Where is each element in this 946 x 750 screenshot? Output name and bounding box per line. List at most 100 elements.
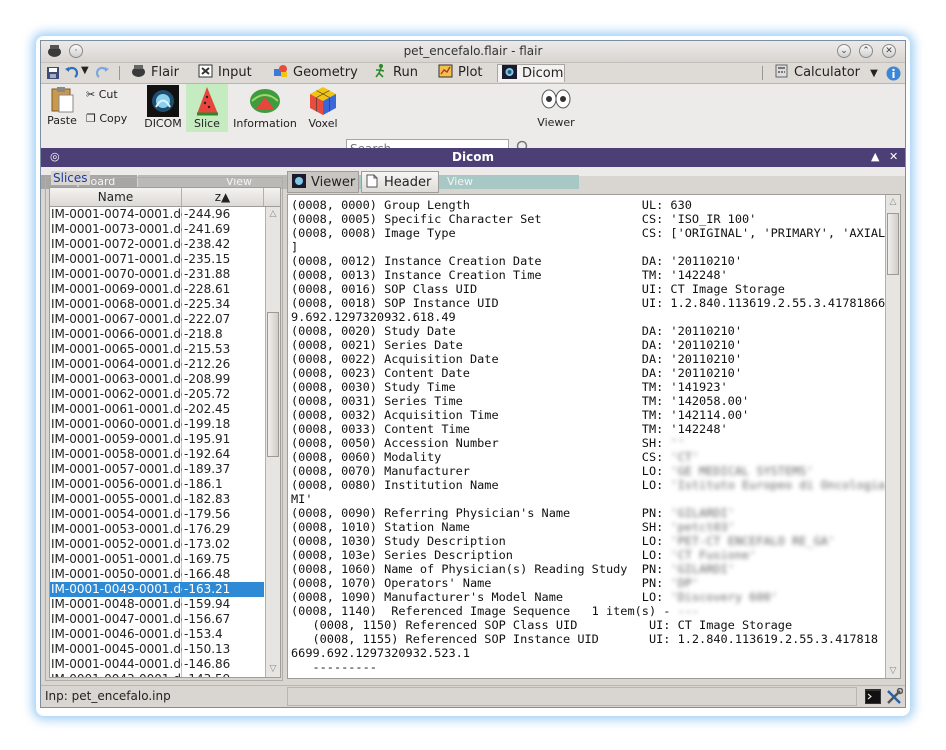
voxel-view-button[interactable]: Voxel [303, 84, 343, 132]
slice-row[interactable]: IM-0001-0048-0001.dcm-159.94 [50, 597, 264, 612]
slice-row[interactable]: IM-0001-0049-0001.dcm-163.21 [50, 582, 264, 597]
slice-name-cell: IM-0001-0071-0001.dcm [51, 252, 182, 266]
slice-row[interactable]: IM-0001-0062-0001.dcm-205.72 [50, 387, 264, 402]
slice-row[interactable]: IM-0001-0055-0001.dcm-182.83 [50, 492, 264, 507]
viewer-scroll-thumb[interactable] [887, 213, 899, 275]
viewer-button[interactable]: Viewer [535, 86, 577, 132]
undo-icon[interactable] [64, 66, 78, 80]
cut-button[interactable]: ✂ Cut [86, 88, 118, 101]
column-header-name[interactable]: Name [50, 188, 182, 206]
slice-row[interactable]: IM-0001-0064-0001.dcm-212.26 [50, 357, 264, 372]
window-title: pet_encefalo.flair - flair [403, 44, 543, 58]
slice-row[interactable]: IM-0001-0056-0001.dcm-186.1 [50, 477, 264, 492]
tab-plot[interactable]: Plot [438, 64, 488, 82]
slice-name-cell: IM-0001-0057-0001.dcm [51, 462, 182, 476]
tab-run[interactable]: Run [373, 64, 423, 82]
slice-row[interactable]: IM-0001-0071-0001.dcm-235.15 [50, 252, 264, 267]
slice-row[interactable]: IM-0001-0045-0001.dcm-150.13 [50, 642, 264, 657]
slice-name-cell: IM-0001-0062-0001.dcm [51, 387, 182, 401]
dicom-line-text: (0008, 0030) Study Time TM: '141923' [291, 380, 728, 394]
dicom-line-text: (0008, 1090) Manufacturer's Model Name L… [291, 590, 671, 604]
voxel-view-label: Voxel [308, 117, 338, 130]
tab-header[interactable]: Header [361, 171, 439, 193]
slice-row[interactable]: IM-0001-0044-0001.dcm-146.86 [50, 657, 264, 672]
close-icon[interactable]: ✕ [882, 44, 896, 58]
slice-view-button[interactable]: Slice [186, 84, 228, 132]
dicom-line: (0008, 0033) Content Time TM: '142248' [291, 422, 892, 436]
slice-row[interactable]: IM-0001-0069-0001.dcm-228.61 [50, 282, 264, 297]
slice-row[interactable]: IM-0001-0065-0001.dcm-215.53 [50, 342, 264, 357]
slice-row[interactable]: IM-0001-0046-0001.dcm-153.4 [50, 627, 264, 642]
calculator-button[interactable]: Calculator ▼ [774, 64, 878, 82]
slice-name-cell: IM-0001-0046-0001.dcm [51, 627, 182, 641]
slice-row[interactable]: IM-0001-0068-0001.dcm-225.34 [50, 297, 264, 312]
slice-row[interactable]: IM-0001-0047-0001.dcm-156.67 [50, 612, 264, 627]
viewer-scroll-down-icon[interactable]: ▽ [887, 664, 899, 678]
slice-row[interactable]: IM-0001-0067-0001.dcm-222.07 [50, 312, 264, 327]
tab-flair[interactable]: Flair [131, 64, 181, 82]
save-icon[interactable] [46, 66, 60, 80]
slice-row[interactable]: IM-0001-0074-0001.dcm-244.96 [50, 207, 264, 222]
slice-row[interactable]: IM-0001-0066-0001.dcm-218.8 [50, 327, 264, 342]
slice-z-cell: -150.13 [184, 642, 231, 656]
dicom-line: (0008, 0070) Manufacturer LO: 'GE MEDICA… [291, 464, 892, 478]
viewer-scroll-up-icon[interactable]: △ [887, 195, 899, 209]
slice-name-cell: IM-0001-0065-0001.dcm [51, 342, 182, 356]
slice-z-cell: -205.72 [184, 387, 231, 401]
slice-row[interactable]: IM-0001-0073-0001.dcm-241.69 [50, 222, 264, 237]
undo-dropdown-icon[interactable]: ▼ [81, 65, 89, 76]
slice-row[interactable]: IM-0001-0054-0001.dcm-179.56 [50, 507, 264, 522]
slice-row[interactable]: IM-0001-0051-0001.dcm-169.75 [50, 552, 264, 567]
chevron-up-icon[interactable]: ⌃ [859, 44, 873, 58]
scroll-down-arrow-icon[interactable]: ▽ [267, 662, 279, 676]
plot-icon [438, 64, 453, 78]
slice-row[interactable]: IM-0001-0052-0001.dcm-173.02 [50, 537, 264, 552]
slice-row[interactable]: IM-0001-0057-0001.dcm-189.37 [50, 462, 264, 477]
slice-row[interactable]: IM-0001-0053-0001.dcm-176.29 [50, 522, 264, 537]
slice-row[interactable]: IM-0001-0061-0001.dcm-202.45 [50, 402, 264, 417]
slice-row[interactable]: IM-0001-0050-0001.dcm-166.48 [50, 567, 264, 582]
dicom-line: (0008, 0032) Acquisition Time TM: '14211… [291, 408, 892, 422]
tab-geometry[interactable]: Geometry [273, 64, 358, 82]
copy-button[interactable]: ❐ Copy [86, 112, 127, 125]
viewer-label: Viewer [537, 116, 575, 129]
dicom-line: 9.692.1297320932.618.49 [291, 310, 892, 324]
tab-viewer[interactable]: Viewer [287, 171, 359, 193]
slice-row[interactable]: IM-0001-0072-0001.dcm-238.42 [50, 237, 264, 252]
slice-row[interactable]: IM-0001-0059-0001.dcm-195.91 [50, 432, 264, 447]
dicom-line-text: (0008, 0012) Instance Creation Date DA: … [291, 254, 743, 268]
chevron-down-icon[interactable]: ⌄ [837, 44, 851, 58]
dicom-line: ] [291, 240, 892, 254]
dicom-line: (0008, 0012) Instance Creation Date DA: … [291, 254, 892, 268]
dock-close-icon[interactable]: ✕ [889, 150, 898, 163]
dicom-header-text: (0008, 0000) Group Length UL: 630 (0008, … [291, 198, 892, 674]
slice-name-cell: IM-0001-0060-0001.dcm [51, 417, 182, 431]
slice-name-cell: IM-0001-0068-0001.dcm [51, 297, 182, 311]
dicom-header-viewer[interactable]: (0008, 0000) Group Length UL: 630 (0008, … [287, 194, 901, 679]
slices-scrollbar[interactable]: △ ▽ [265, 207, 280, 677]
slice-row[interactable]: IM-0001-0070-0001.dcm-231.88 [50, 267, 264, 282]
dicom-line-text: (0008, 0005) Specific Character Set CS: … [291, 212, 757, 226]
dock-float-icon[interactable]: ▲ [871, 150, 879, 163]
redacted-value: 'DP' [670, 576, 700, 590]
slice-row[interactable]: IM-0001-0060-0001.dcm-199.18 [50, 417, 264, 432]
info-icon[interactable] [886, 66, 901, 81]
tab-dicom[interactable]: Dicom [497, 64, 565, 82]
slice-row[interactable]: IM-0001-0043-0001.dcm-143.59 [50, 672, 264, 677]
paste-button[interactable]: Paste [46, 86, 78, 132]
terminal-icon[interactable] [865, 689, 881, 704]
slice-row[interactable]: IM-0001-0058-0001.dcm-192.64 [50, 447, 264, 462]
calculator-dropdown-icon[interactable]: ▼ [870, 68, 878, 79]
information-view-button[interactable]: Information [231, 84, 299, 132]
dicom-line: (0008, 1140) Referenced Image Sequence 1… [291, 604, 892, 618]
slice-row[interactable]: IM-0001-0063-0001.dcm-208.99 [50, 372, 264, 387]
tab-input[interactable]: Input [198, 64, 258, 82]
redo-icon[interactable] [96, 66, 110, 80]
scroll-up-arrow-icon[interactable]: △ [267, 207, 279, 221]
tools-icon[interactable] [886, 688, 903, 705]
viewer-scrollbar[interactable]: △ ▽ [885, 195, 900, 678]
slices-scroll-thumb[interactable] [267, 312, 279, 457]
dicom-line-text: (0008, 0000) Group Length UL: 630 [291, 198, 692, 212]
dicom-view-button[interactable]: DICOM [143, 84, 183, 132]
column-header-z[interactable]: z▲ [182, 188, 264, 206]
